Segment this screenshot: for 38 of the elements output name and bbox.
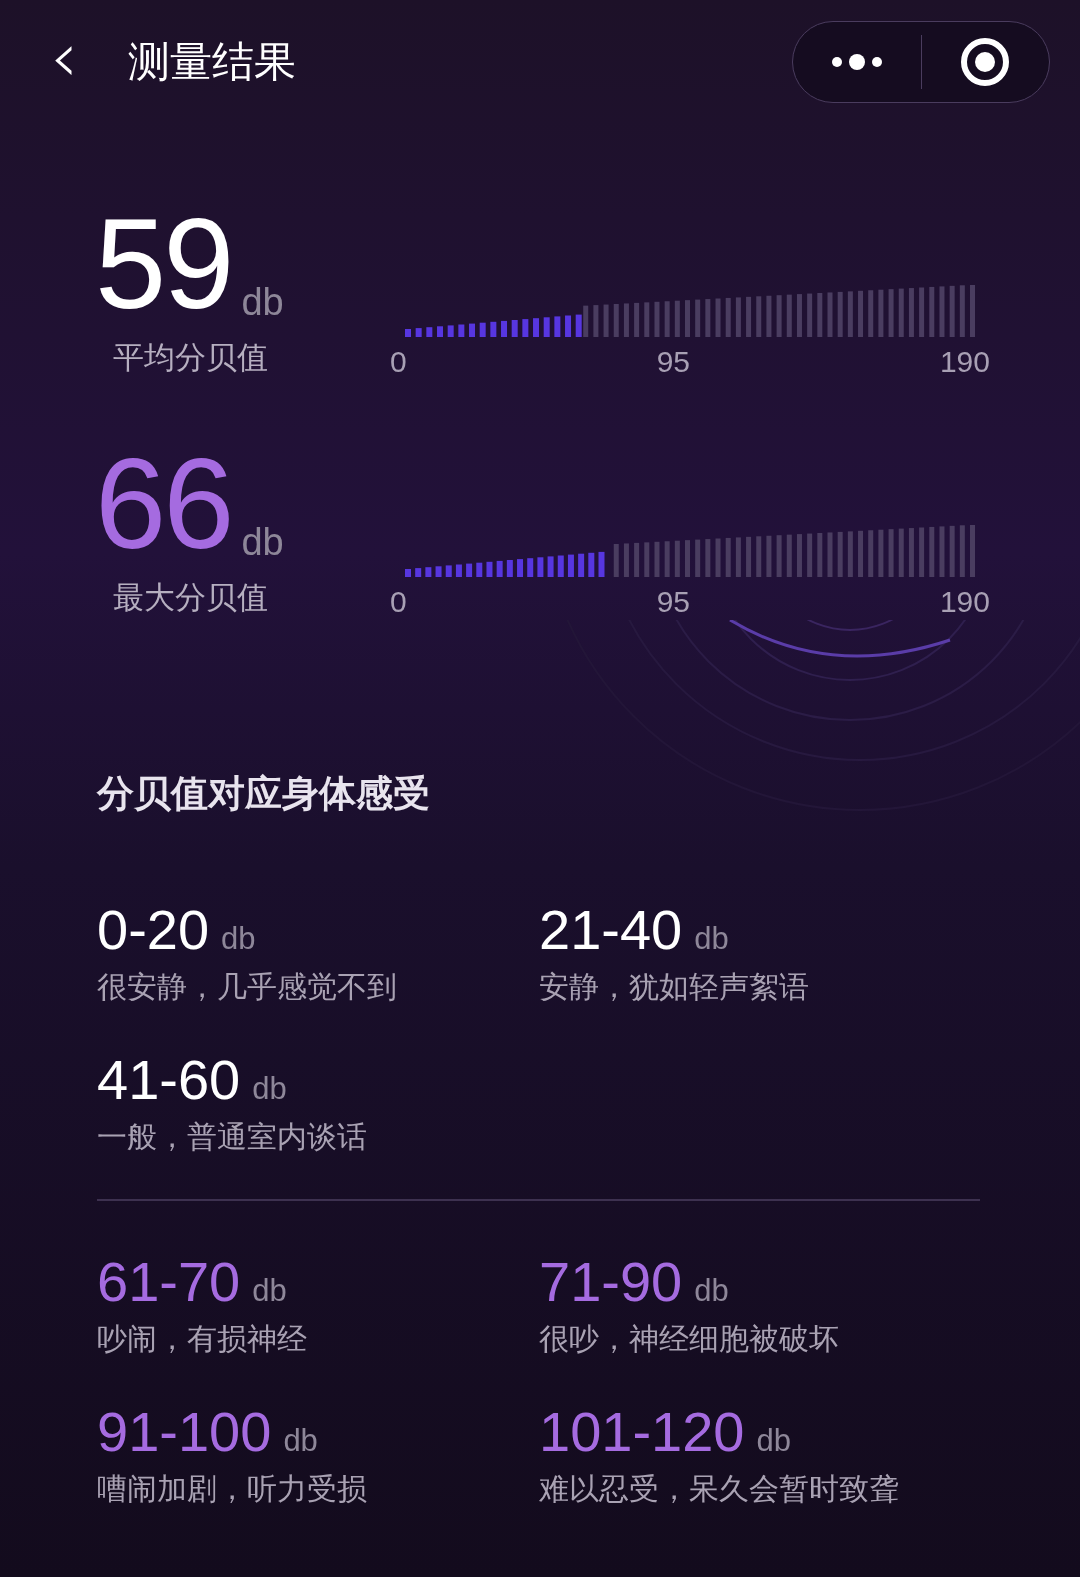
scale-label: 190 bbox=[939, 585, 990, 619]
unit-label: db bbox=[241, 525, 284, 559]
unit-label: db bbox=[252, 1071, 287, 1107]
scale-label: 0 bbox=[390, 345, 407, 379]
back-button[interactable]: ‹ bbox=[40, 22, 88, 102]
range-description: 吵闹，有损神经 bbox=[97, 1320, 308, 1358]
scale-label: 190 bbox=[939, 345, 990, 379]
unit-label: db bbox=[221, 921, 256, 957]
more-icon bbox=[830, 53, 883, 71]
range-description: 安静，犹如轻声絮语 bbox=[539, 968, 810, 1006]
range-description: 一般，普通室内谈话 bbox=[97, 1118, 368, 1156]
decibel-range: 101-120 bbox=[539, 1401, 745, 1463]
decibel-range: 21-40 bbox=[539, 899, 683, 961]
unit-label: db bbox=[241, 285, 284, 319]
range-description: 嘈闹加剧，听力受损 bbox=[97, 1470, 368, 1508]
scale-label: 95 bbox=[656, 585, 690, 619]
target-icon bbox=[960, 37, 1011, 87]
decibel-value: 66 bbox=[95, 449, 232, 559]
unit-label: db bbox=[694, 921, 729, 957]
range-description: 很安静，几乎感觉不到 bbox=[97, 968, 398, 1006]
decibel-range: 71-90 bbox=[539, 1251, 683, 1313]
unit-label: db bbox=[252, 1273, 287, 1309]
decibel-range: 61-70 bbox=[97, 1251, 241, 1313]
unit-label: db bbox=[283, 1423, 318, 1459]
unit-label: db bbox=[756, 1423, 791, 1459]
page-title: 测量结果 bbox=[128, 36, 297, 88]
decibel-range: 0-20 bbox=[97, 899, 210, 961]
scale-label: 0 bbox=[390, 585, 407, 619]
decibel-range: 91-100 bbox=[97, 1401, 272, 1463]
measure-label: 平均分贝值 bbox=[113, 338, 269, 377]
range-description: 很吵，神经细胞被破坏 bbox=[539, 1320, 840, 1358]
unit-label: db bbox=[694, 1273, 729, 1309]
section-title: 分贝值对应身体感受 bbox=[97, 771, 431, 817]
decibel-range: 41-60 bbox=[97, 1049, 241, 1111]
decibel-value: 59 bbox=[95, 209, 232, 319]
scale-label: 95 bbox=[656, 345, 690, 379]
range-description: 难以忍受，呆久会暂时致聋 bbox=[539, 1470, 900, 1508]
measure-label: 最大分贝值 bbox=[113, 578, 269, 617]
